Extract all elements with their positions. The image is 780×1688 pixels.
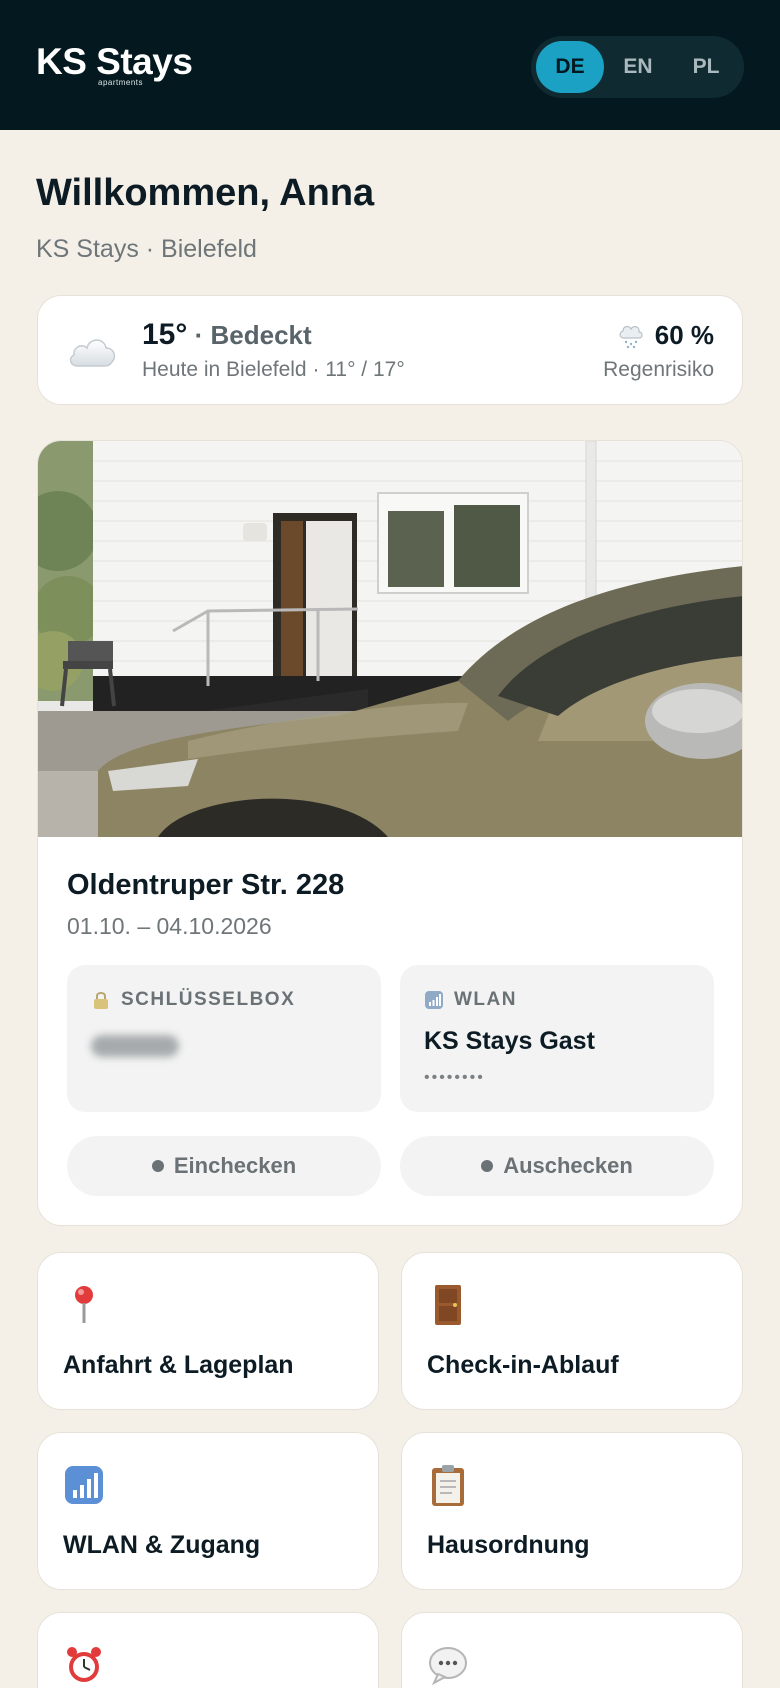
weather-summary: 15° · Bedeckt [142,318,312,352]
rain-chance: 60 % [617,320,714,351]
wifi-label: WLAN [454,989,517,1010]
speech-bubble-icon [429,1647,467,1686]
tile-label: Hausordnung [427,1531,590,1559]
tile-label: Check-in-Ablauf [427,1351,619,1379]
brand-subtitle: apartments [98,78,144,87]
language-switcher: DE EN PL [531,36,744,98]
rain-percent: 60 % [654,320,714,350]
tile-label: WLAN & Zugang [63,1531,261,1559]
clipboard-icon [432,1465,464,1506]
tile-alarm[interactable] [37,1612,379,1688]
wifi-network-name: KS Stays Gast [424,1027,595,1055]
tile-checkin-process[interactable]: Check-in-Ablauf [401,1252,743,1410]
status-dot-icon [481,1160,494,1172]
page-title: Willkommen, Anna [36,172,375,214]
language-pl-button[interactable]: PL [672,41,740,93]
weather-card: 15° · Bedeckt Heute in Bielefeld · 11° /… [37,295,743,405]
checkin-label: Einchecken [173,1153,297,1178]
temperature-value: 15° [142,318,188,351]
weather-detail: Heute in Bielefeld · 11° / 17° [142,358,405,381]
checkout-label: Auschecken [503,1153,633,1178]
lock-icon [94,992,108,1009]
keybox-card[interactable]: SCHLÜSSELBOX [67,965,381,1112]
rain-cloud-icon [619,325,643,348]
tile-house-rules[interactable]: Hausordnung [401,1432,743,1590]
tile-directions[interactable]: Anfahrt & Lageplan [37,1252,379,1410]
checkin-button[interactable]: Einchecken [67,1136,381,1196]
brand-logo[interactable]: KS Stays apartments [36,41,193,88]
pin-icon [75,1286,93,1323]
rain-label: Regenrisiko [603,358,714,381]
keybox-code-hidden [91,1035,179,1057]
cloud-icon [69,339,116,367]
tile-wifi-access[interactable]: WLAN & Zugang [37,1432,379,1590]
status-dot-icon [151,1160,164,1172]
apartment-photo [38,441,742,837]
tile-label: Anfahrt & Lageplan [63,1351,294,1379]
keybox-label: SCHLÜSSELBOX [121,989,296,1010]
door-icon [435,1285,461,1325]
language-en-button[interactable]: EN [604,41,672,93]
signal-icon [425,991,443,1009]
wifi-card[interactable]: WLAN KS Stays Gast •••••••• [400,965,714,1112]
weather-condition: · Bedeckt [194,320,312,350]
signal-icon [65,1466,103,1504]
alarm-clock-icon [67,1647,101,1682]
apartment-address: Oldentruper Str. 228 [67,869,345,901]
app-header: KS Stays apartments DE EN PL [0,0,780,130]
brand-name: KS Stays [36,41,193,82]
wifi-password-masked: •••••••• [424,1069,485,1086]
language-de-button[interactable]: DE [536,41,604,93]
checkout-button[interactable]: Auschecken [400,1136,714,1196]
stay-dates: 01.10. – 04.10.2026 [67,913,272,939]
tile-contact[interactable] [401,1612,743,1688]
apartment-card: Oldentruper Str. 228 01.10. – 04.10.2026… [37,440,743,1226]
page-subtitle: KS Stays · Bielefeld [36,235,257,263]
